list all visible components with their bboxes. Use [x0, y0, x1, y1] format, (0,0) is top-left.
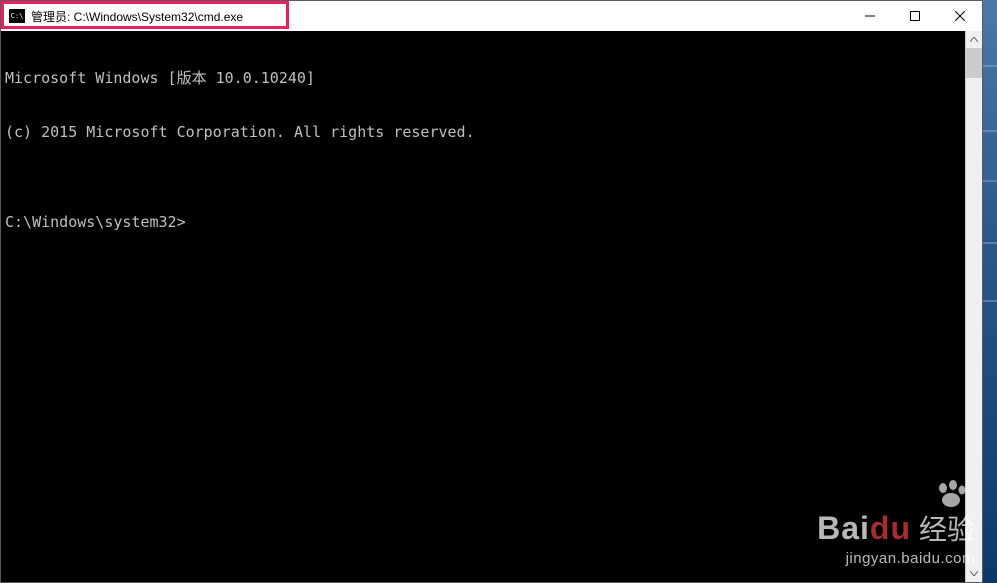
maximize-button[interactable] — [892, 1, 937, 31]
chevron-down-icon — [970, 571, 978, 576]
close-button[interactable] — [937, 1, 982, 31]
desktop-background-edge — [983, 0, 997, 583]
minimize-button[interactable] — [847, 1, 892, 31]
vertical-scrollbar[interactable] — [965, 31, 982, 582]
terminal-output-line: (c) 2015 Microsoft Corporation. All righ… — [5, 123, 961, 141]
terminal-output-line: Microsoft Windows [版本 10.0.10240] — [5, 69, 961, 87]
window-controls — [847, 1, 982, 31]
scroll-down-button[interactable] — [966, 565, 982, 582]
edge-segment — [983, 130, 997, 132]
edge-segment — [983, 300, 997, 302]
minimize-icon — [865, 11, 875, 21]
scroll-up-button[interactable] — [966, 31, 982, 48]
edge-segment — [983, 180, 997, 182]
titlebar[interactable]: 管理员: C:\Windows\System32\cmd.exe — [1, 1, 982, 31]
terminal-content[interactable]: Microsoft Windows [版本 10.0.10240] (c) 20… — [1, 31, 965, 582]
terminal-prompt: C:\Windows\system32> — [5, 213, 961, 231]
edge-segment — [983, 242, 997, 244]
maximize-icon — [910, 11, 920, 21]
scroll-thumb[interactable] — [966, 48, 982, 78]
close-icon — [955, 11, 965, 21]
cmd-window: 管理员: C:\Windows\System32\cmd.exe — [0, 0, 983, 583]
edge-segment — [983, 65, 997, 67]
window-title: 管理员: C:\Windows\System32\cmd.exe — [31, 8, 243, 25]
chevron-up-icon — [970, 37, 978, 42]
terminal-area[interactable]: Microsoft Windows [版本 10.0.10240] (c) 20… — [1, 31, 982, 582]
cmd-icon — [9, 9, 25, 23]
